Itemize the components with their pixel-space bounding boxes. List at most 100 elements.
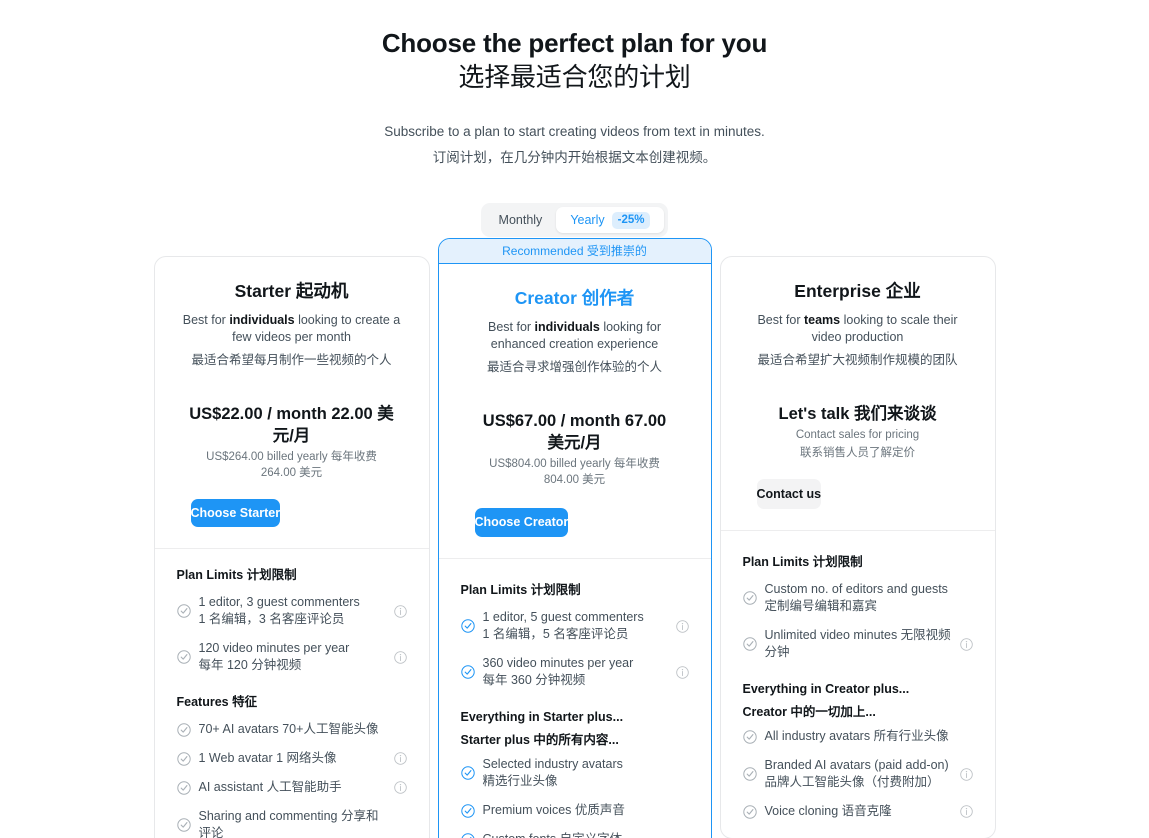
plan-price-note-zh-enterprise: 联系销售人员了解定价 <box>800 447 915 459</box>
plan-limit-item-label: 360 video minutes per year 每年 360 分钟视频 <box>482 656 634 687</box>
plan-sections-starter: Plan Limits 计划限制 1 editor, 3 guest commen… <box>155 549 429 838</box>
plan-sections-creator: Plan Limits 计划限制 1 editor, 5 guest commen… <box>439 559 711 838</box>
check-circle-icon <box>742 767 757 781</box>
plan-features-title-zh-enterprise: Creator 中的一切加上... <box>742 705 876 719</box>
plan-card-starter[interactable]: Starter 起动机 Best for individuals looking … <box>153 256 430 838</box>
check-circle-icon <box>176 818 191 832</box>
plan-description-creator: Best for individuals looking for enhance… <box>488 320 661 351</box>
check-circle-icon <box>176 780 191 795</box>
info-icon[interactable] <box>675 665 689 679</box>
plan-card-header-starter: Starter 起动机 Best for individuals looking … <box>155 257 429 527</box>
plan-limit-item-label: 1 editor, 3 guest commenters 1 名编辑，3 名客座评… <box>198 595 360 626</box>
plan-name-enterprise: Enterprise 企业 <box>794 281 921 301</box>
check-circle-icon <box>176 604 191 618</box>
plan-price-block-enterprise: Let's talk 我们来谈谈 Contact sales for pricin… <box>743 403 973 461</box>
info-icon[interactable] <box>959 637 973 651</box>
plan-card-list: Starter 起动机 Best for individuals looking … <box>0 238 1149 838</box>
plan-feature-item: All industry avatars 所有行业头像 <box>735 722 981 751</box>
check-circle-icon <box>460 832 475 838</box>
plan-name-starter: Starter 起动机 <box>234 281 349 301</box>
plan-card-creator[interactable]: Recommended 受到推崇的 Creator 创作者 Best for ind… <box>437 238 712 838</box>
plan-cta-creator[interactable]: Choose Creator <box>474 508 569 537</box>
check-circle-icon <box>460 766 475 780</box>
plan-feature-item: Sharing and commenting 分享和评论 <box>169 802 415 838</box>
plan-feature-item-label: AI assistant 人工智能助手 <box>198 780 342 794</box>
yearly-discount-badge: -25% <box>611 211 651 229</box>
billing-option-monthly[interactable]: Monthly <box>485 207 557 233</box>
info-icon[interactable] <box>959 805 973 818</box>
plan-price-block-starter: US$22.00 / month 22.00 美元/月 US$264.00 bil… <box>177 403 407 481</box>
plan-feature-item-label: Premium voices 优质声音 <box>482 803 625 817</box>
plan-feature-item-label: Custom fonts 自定义字体 <box>483 831 668 838</box>
check-circle-icon <box>460 803 475 818</box>
pricing-page: Choose the perfect plan for you 选择最适合您的计… <box>0 0 1149 838</box>
plan-feature-item-label: All industry avatars 所有行业头像 <box>764 729 949 743</box>
plan-feature-item: 1 Web avatar 1 网络头像 <box>169 744 415 773</box>
plan-features-title-zh-creator: Starter plus 中的所有内容... <box>460 733 619 747</box>
plan-feature-item-label: Branded AI avatars (paid add-on) 品牌人工智能头像… <box>764 758 949 789</box>
check-circle-icon <box>460 665 475 679</box>
plan-limit-item: 360 video minutes per year 每年 360 分钟视频 <box>453 649 697 695</box>
plan-price-starter: US$22.00 / month 22.00 美元/月 <box>189 405 394 445</box>
plan-limit-item: Custom no. of editors and guests 定制编号编辑和嘉… <box>735 575 981 621</box>
check-circle-icon <box>176 751 191 766</box>
plan-feature-item-label: Selected industry avatars 精选行业头像 <box>482 757 623 788</box>
plan-feature-item-label: Sharing and commenting 分享和评论 <box>198 809 379 838</box>
plan-features-title-creator: Everything in Starter plus... <box>460 710 624 724</box>
info-icon[interactable] <box>393 752 407 765</box>
plan-card-header-enterprise: Enterprise 企业 Best for teams looking to s… <box>721 257 995 509</box>
page-subtitle-zh: 订阅计划，在几分钟内开始根据文本创建视频。 <box>432 150 717 165</box>
plan-card-enterprise[interactable]: Enterprise 企业 Best for teams looking to s… <box>719 256 996 838</box>
check-circle-icon <box>176 650 191 664</box>
info-icon[interactable] <box>393 781 407 794</box>
plan-feature-item-label: Voice cloning 语音克隆 <box>764 804 892 818</box>
plan-limit-item: Unlimited video minutes 无限视频分钟 <box>735 621 981 667</box>
page-title-en: Choose the perfect plan for you <box>381 28 768 58</box>
page-title-zh: 选择最适合您的计划 <box>458 62 691 92</box>
plan-cta-enterprise[interactable]: Contact us <box>756 479 822 509</box>
plan-limit-item-label: Custom no. of editors and guests 定制编号编辑和嘉… <box>764 582 948 613</box>
plan-limits-title-creator: Plan Limits 计划限制 <box>460 583 581 597</box>
plan-features-title-enterprise: Everything in Creator plus... <box>742 682 910 696</box>
plan-feature-item: Premium voices 优质声音 <box>453 796 697 825</box>
plan-sections-enterprise: Plan Limits 计划限制 Custom no. of editors an… <box>721 531 995 826</box>
plan-price-note-creator: US$804.00 billed yearly 每年收费 804.00 美元 <box>489 458 660 486</box>
billing-option-yearly-label: Yearly <box>570 213 605 227</box>
plan-price-note-enterprise: Contact sales for pricing <box>795 429 920 441</box>
plan-feature-item: Selected industry avatars 精选行业头像 <box>453 750 697 796</box>
plan-feature-item-label: 70+ AI avatars 70+人工智能头像 <box>198 722 379 736</box>
billing-option-monthly-label: Monthly <box>498 213 543 227</box>
plan-description-starter: Best for individuals looking to create a… <box>182 313 401 344</box>
info-icon[interactable] <box>393 604 407 618</box>
info-icon[interactable] <box>675 619 689 633</box>
plan-price-enterprise: Let's talk 我们来谈谈 <box>778 405 937 423</box>
check-circle-icon <box>742 804 757 819</box>
plan-feature-item: Custom fonts 自定义字体 <box>453 825 697 838</box>
plan-description-enterprise: Best for teams looking to scale their vi… <box>757 313 958 344</box>
plan-limit-item: 1 editor, 3 guest commenters 1 名编辑，3 名客座评… <box>169 588 415 634</box>
billing-toggle[interactable]: Monthly Yearly -25% <box>480 203 669 237</box>
plan-price-note-starter: US$264.00 billed yearly 每年收费 264.00 美元 <box>206 451 377 479</box>
billing-option-yearly[interactable]: Yearly -25% <box>556 207 665 233</box>
plan-name-creator: Creator 创作者 <box>514 288 635 308</box>
plan-cta-starter[interactable]: Choose Starter <box>190 499 281 527</box>
check-circle-icon <box>742 591 757 605</box>
recommended-ribbon: Recommended 受到推崇的 <box>438 239 711 264</box>
plan-feature-item-label: 1 Web avatar 1 网络头像 <box>198 751 337 765</box>
plan-features-title-starter: Features 特征 <box>176 695 258 709</box>
plan-description-zh-enterprise: 最适合希望扩大视频制作规模的团队 <box>757 353 958 367</box>
plan-price-creator: US$67.00 / month 67.00 美元/月 <box>482 412 667 452</box>
plan-limit-item-label: Unlimited video minutes 无限视频分钟 <box>764 628 951 659</box>
page-subtitle-en: Subscribe to a plan to start creating vi… <box>384 124 765 139</box>
check-circle-icon <box>742 637 757 651</box>
plan-limit-item-label: 120 video minutes per year 每年 120 分钟视频 <box>198 641 350 672</box>
billing-toggle-wrapper: Monthly Yearly -25% <box>0 203 1149 237</box>
plan-limit-item: 1 editor, 5 guest commenters 1 名编辑，5 名客座评… <box>453 603 697 649</box>
plan-feature-item: AI assistant 人工智能助手 <box>169 773 415 802</box>
plan-card-header-creator: Creator 创作者 Best for individuals looking … <box>439 264 711 537</box>
plan-limits-title-starter: Plan Limits 计划限制 <box>176 568 297 582</box>
info-icon[interactable] <box>959 767 973 781</box>
page-title: Choose the perfect plan for you 选择最适合您的计… <box>0 26 1149 94</box>
plan-feature-item: 70+ AI avatars 70+人工智能头像 <box>169 715 415 744</box>
info-icon[interactable] <box>393 650 407 664</box>
